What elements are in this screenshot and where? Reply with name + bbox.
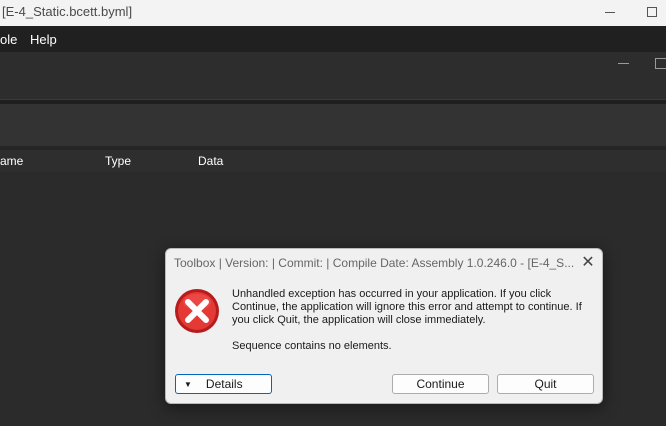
secondary-toolbar (0, 104, 666, 146)
column-header-type[interactable]: Type (105, 154, 131, 168)
column-header-name[interactable]: ame (0, 154, 23, 168)
table-header: ame Type Data (0, 150, 666, 172)
title-bar: [E-4_Static.bcett.byml] (0, 0, 666, 26)
window-title: [E-4_Static.bcett.byml] (2, 4, 133, 19)
maximize-button[interactable] (634, 0, 666, 24)
close-icon[interactable]: ✕ (579, 254, 597, 272)
menu-item-help[interactable]: Help (30, 32, 57, 47)
error-message: Unhandled exception has occurred in your… (232, 288, 582, 326)
error-detail: Sequence contains no elements. (232, 340, 392, 352)
continue-button[interactable]: Continue (392, 374, 489, 394)
quit-button[interactable]: Quit (497, 374, 594, 394)
column-header-data[interactable]: Data (198, 154, 223, 168)
menu-bar: ole Help (0, 26, 666, 52)
maximize-icon (647, 7, 657, 17)
error-icon (175, 289, 219, 333)
document-toolbar (0, 52, 666, 100)
caret-down-icon: ▼ (184, 379, 192, 389)
quit-label: Quit (534, 377, 557, 391)
details-button[interactable]: ▼ Details (175, 374, 272, 394)
dialog-title: Toolbox | Version: | Commit: | Compile D… (174, 256, 574, 270)
details-label: Details (205, 377, 243, 391)
menu-item-file[interactable]: ole (0, 32, 17, 47)
minimize-button[interactable] (592, 0, 628, 24)
continue-label: Continue (416, 377, 465, 391)
exception-dialog: Toolbox | Version: | Commit: | Compile D… (165, 248, 603, 404)
mdi-maximize-icon[interactable] (655, 58, 666, 69)
mdi-minimize-icon[interactable] (618, 63, 629, 64)
minimize-icon (605, 11, 615, 13)
